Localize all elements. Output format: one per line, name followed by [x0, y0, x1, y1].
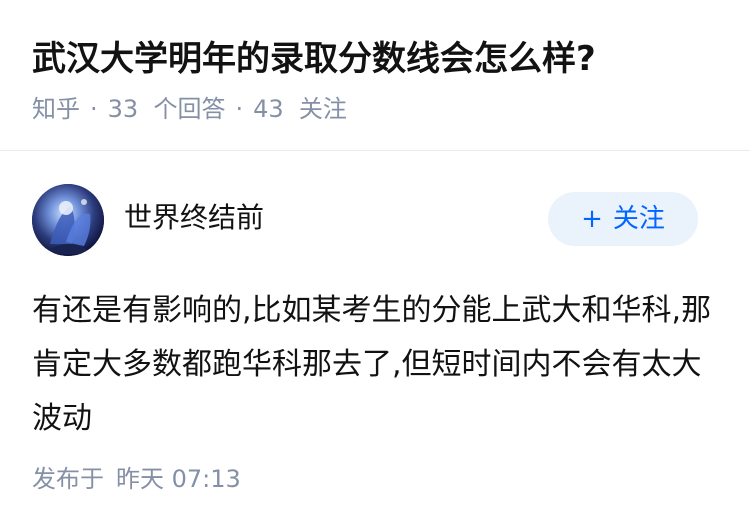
answers-label: 个回答: [153, 95, 226, 123]
question-header: 武汉大学明年的录取分数线会怎么样? 知乎 · 33 个回答 · 43 关注: [32, 34, 722, 126]
avatar-image-icon: [32, 184, 104, 256]
author-row: 世界终结前 + 关注: [32, 184, 698, 256]
avatar[interactable]: [32, 184, 104, 256]
meta-separator: ·: [90, 95, 98, 123]
plus-icon: +: [581, 204, 603, 234]
followers-count: 43: [253, 95, 284, 123]
meta-separator: ·: [235, 95, 244, 123]
answer-time: 发布于 昨天 07:13: [32, 462, 241, 496]
author-name[interactable]: 世界终结前: [124, 198, 264, 238]
page: 武汉大学明年的录取分数线会怎么样? 知乎 · 33 个回答 · 43 关注 世界…: [0, 0, 750, 530]
followers-label: 关注: [298, 95, 347, 123]
answers-count: 33: [107, 95, 139, 123]
source-label[interactable]: 知乎: [32, 95, 80, 123]
question-meta: 知乎 · 33 个回答 · 43 关注: [32, 92, 722, 126]
follow-button-label: 关注: [612, 204, 665, 234]
published-time: 昨天 07:13: [116, 465, 241, 493]
published-label: 发布于: [32, 465, 104, 493]
divider: [0, 150, 750, 151]
answer-content[interactable]: 有还是有影响的,比如某考生的分能上武大和华科,那肯定大多数都跑华科那去了,但短时…: [32, 284, 712, 446]
follow-button[interactable]: + 关注: [548, 192, 698, 246]
question-title[interactable]: 武汉大学明年的录取分数线会怎么样?: [32, 34, 722, 84]
